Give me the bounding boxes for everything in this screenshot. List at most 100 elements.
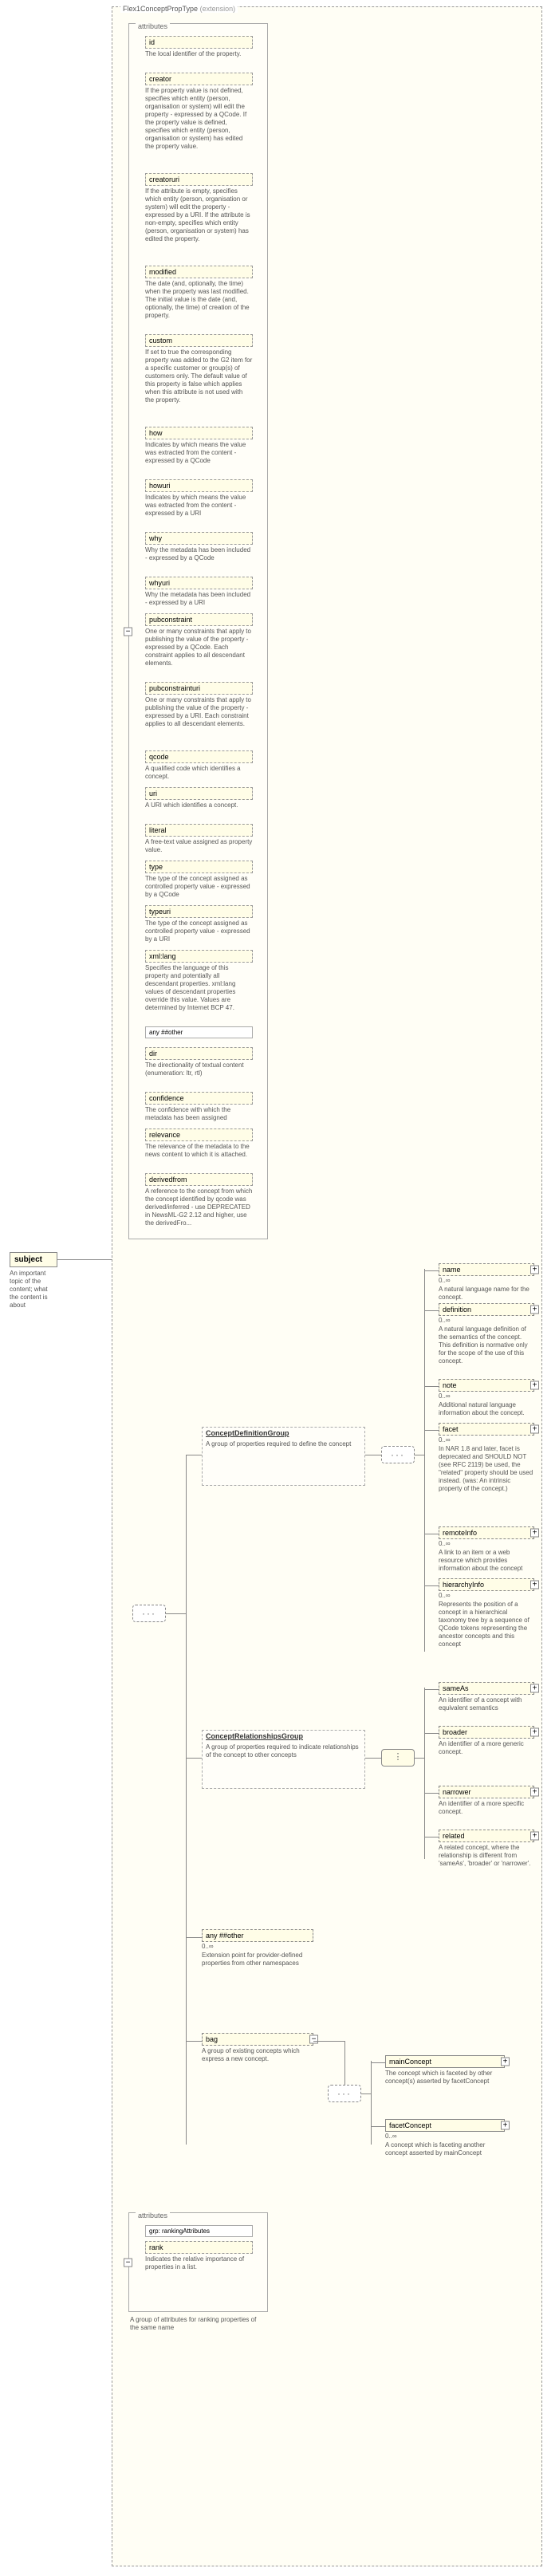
connector	[424, 1688, 425, 1859]
connector	[424, 1270, 439, 1271]
root-desc: An important topic of the content; what …	[10, 1270, 57, 1310]
expand-icon[interactable]: +	[530, 1832, 539, 1841]
group-desc: A group of properties required to indica…	[203, 1742, 364, 1761]
attr-type: typeThe type of the concept assigned as …	[145, 861, 253, 899]
attr-pubconstraint: pubconstraintOne or many constraints tha…	[145, 613, 253, 668]
expand-icon[interactable]: +	[530, 1381, 539, 1390]
sequence-compositor	[328, 2085, 361, 2102]
attr-desc: A free-text value assigned as property v…	[145, 838, 253, 854]
connector	[424, 1430, 439, 1431]
expand-icon[interactable]: +	[530, 1788, 539, 1797]
group-desc: A group of properties required to define…	[203, 1439, 364, 1450]
connector	[415, 1758, 424, 1759]
connector	[424, 1386, 439, 1387]
node-desc: An identifier of a concept with equivale…	[439, 1696, 534, 1712]
attr-whyuri: whyuriWhy the metadata has been included…	[145, 577, 253, 607]
node-desc: An identifier of a more generic concept.	[439, 1740, 534, 1756]
attr-name: literal	[145, 824, 253, 837]
attr-desc: If the attribute is empty, specifies whi…	[145, 187, 253, 243]
bag-element: bag − A group of existing concepts which…	[202, 2033, 313, 2063]
node-desc: A natural language name for the concept.	[439, 1286, 534, 1302]
attr-name: relevance	[145, 1128, 253, 1141]
node-desc: A natural language definition of the sem…	[439, 1325, 534, 1365]
attr-qcode: qcodeA qualified code which identifies a…	[145, 750, 253, 781]
node-facetconcept: facetConcept+0..∞A concept which is face…	[385, 2119, 505, 2157]
attr-desc: Why the metadata has been included - exp…	[145, 591, 253, 607]
attr-desc: The confidence with which the metadata h…	[145, 1106, 253, 1122]
node-desc: Extension point for provider-defined pro…	[202, 1952, 313, 1967]
node-related: related+A related concept, where the rel…	[439, 1830, 534, 1868]
connector	[424, 1733, 439, 1734]
attr-name: xml:lang	[145, 950, 253, 963]
attr-desc: The directionality of textual content (e…	[145, 1062, 253, 1077]
attr-id: idThe local identifier of the property.	[145, 36, 253, 58]
attr-why: whyWhy the metadata has been included - …	[145, 532, 253, 562]
node-mainconcept: mainConcept+The concept which is faceted…	[385, 2055, 505, 2086]
attr-name: id	[145, 36, 253, 49]
node-sameas: sameAs+An identifier of a concept with e…	[439, 1682, 534, 1712]
expand-icon[interactable]: +	[530, 1529, 539, 1538]
attr-how: howIndicates by which means the value wa…	[145, 427, 253, 465]
any-other-name: any ##other	[206, 1932, 244, 1940]
attr-name: creator	[145, 73, 253, 85]
root-element-box[interactable]: subject	[10, 1252, 57, 1267]
cardinality: 0..∞	[439, 1592, 534, 1599]
attr-custom: custom If set to true the corresponding p…	[145, 334, 253, 404]
node-name: name+0..∞A natural language name for the…	[439, 1263, 534, 1302]
attr-desc: Specifies the language of this property …	[145, 964, 253, 1012]
expand-icon[interactable]: +	[501, 2121, 510, 2130]
connector	[424, 1793, 439, 1794]
node-definition: definition+0..∞A natural language defini…	[439, 1303, 534, 1365]
extension-title: Flex1ConceptPropType (extension)	[120, 5, 238, 13]
expand-icon[interactable]: +	[530, 1728, 539, 1737]
root-element: subject An important topic of the conten…	[10, 1252, 57, 1310]
expand-icon[interactable]: +	[501, 2058, 510, 2066]
extension-frame: Flex1ConceptPropType (extension) − attri…	[112, 6, 542, 2566]
attr-desc: If set to true the corresponding propert…	[145, 349, 253, 404]
connector	[424, 1689, 439, 1690]
expand-icon[interactable]: +	[530, 1306, 539, 1314]
expand-icon[interactable]: +	[530, 1266, 539, 1274]
attr-name: custom	[145, 334, 253, 347]
node-desc: A concept which is faceting another conc…	[385, 2141, 505, 2157]
attr-rank: rank Indicates the relative importance o…	[145, 2241, 253, 2271]
attr-desc: One or many constraints that apply to pu…	[145, 696, 253, 728]
expand-icon[interactable]: +	[530, 1425, 539, 1434]
connector	[344, 2041, 345, 2085]
expand-icon[interactable]: −	[309, 2035, 318, 2044]
connector	[371, 2062, 385, 2063]
attr-desc: Indicates by which means the value was e…	[145, 441, 253, 465]
attr-dir: dirThe directionality of textual content…	[145, 1047, 253, 1077]
group-title: ConceptDefinitionGroup	[203, 1428, 364, 1439]
collapse-icon[interactable]: −	[124, 627, 132, 636]
attr-pubconstrainturi: pubconstrainturiOne or many constraints …	[145, 682, 253, 728]
node-name: sameAs	[443, 1684, 469, 1692]
cardinality: 0..∞	[439, 1277, 534, 1284]
connector	[365, 1758, 381, 1759]
connector	[186, 1937, 202, 1938]
attr-desc: Indicates by which means the value was e…	[145, 494, 253, 518]
attr-name: type	[145, 861, 253, 873]
node-name: remoteInfo	[443, 1529, 477, 1537]
attr-uri: uriA URI which identifies a concept.	[145, 787, 253, 809]
bag-name: bag	[206, 2035, 218, 2043]
node-name: note	[443, 1381, 457, 1389]
attr-name: modified	[145, 266, 253, 278]
connector	[424, 1585, 439, 1586]
attributes-label: attributes	[136, 22, 170, 30]
node-desc: The concept which is faceted by other co…	[385, 2070, 505, 2086]
node-name: related	[443, 1832, 465, 1840]
attr-any---other: any ##other	[145, 1026, 253, 1038]
attr-desc: The relevance of the metadata to the new…	[145, 1143, 253, 1159]
node-name: narrower	[443, 1788, 471, 1796]
ranking-footer: A group of attributes for ranking proper…	[130, 2316, 266, 2332]
expand-icon[interactable]: +	[530, 1684, 539, 1693]
collapse-icon[interactable]: −	[124, 2258, 132, 2267]
any-other-extension: any ##other 0..∞ Extension point for pro…	[202, 1929, 313, 1967]
attributes-frame-ranking: − attributes grp: rankingAttributes rank…	[128, 2212, 268, 2312]
attr-desc: The date (and, optionally, the time) whe…	[145, 280, 253, 320]
connector	[424, 1310, 439, 1311]
node-name: definition	[443, 1306, 471, 1314]
expand-icon[interactable]: +	[530, 1581, 539, 1589]
node-facet: facet+0..∞In NAR 1.8 and later, facet is…	[439, 1423, 534, 1493]
